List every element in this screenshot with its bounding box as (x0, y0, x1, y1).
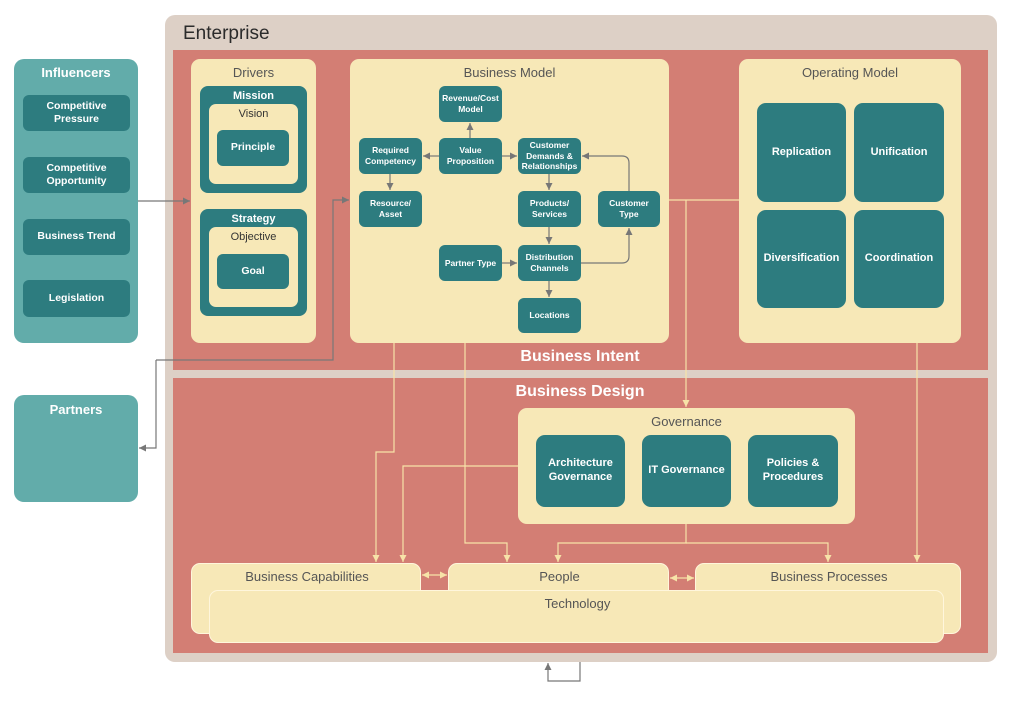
node-partner-type: Partner Type (439, 245, 502, 281)
node-products-services: Products/ Services (518, 191, 581, 227)
node-required-competency: Required Competency (359, 138, 422, 174)
governance-title: Governance (651, 414, 722, 429)
influencer-competitive-pressure: Competitive Pressure (23, 95, 130, 131)
influencers-title: Influencers (41, 65, 111, 80)
partners-panel: Partners (14, 395, 138, 502)
node-distribution-channels: Distribution Channels (518, 245, 581, 281)
principle-node: Principle (217, 130, 289, 166)
business-capabilities-title: Business Capabilities (245, 569, 369, 584)
mission-title: Mission (233, 90, 274, 102)
node-resource-asset: Resource/ Asset (359, 191, 422, 227)
quadrant-unification: Unification (854, 103, 944, 202)
technology-title: Technology (544, 596, 611, 611)
connector-enterprise-loop (544, 662, 581, 682)
quadrant-coordination: Coordination (854, 210, 944, 308)
influencer-competitive-opportunity: Competitive Opportunity (23, 157, 130, 193)
node-revenue-cost-model: Revenue/Cost Model (439, 86, 502, 122)
node-locations: Locations (518, 298, 581, 333)
node-customer-demands-relationships: Customer Demands & Relationships (518, 138, 581, 174)
business-model-title: Business Model (463, 65, 556, 80)
vision-title: Vision (238, 108, 269, 120)
node-value-proposition: Value Proposition (439, 138, 502, 174)
influencer-business-trend: Business Trend (23, 219, 130, 255)
business-intent-label: Business Intent (520, 348, 640, 365)
connector-business-model-to-partners (139, 360, 157, 452)
business-processes-title: Business Processes (770, 569, 888, 584)
business-design-label: Business Design (515, 383, 645, 400)
influencers-panel: Influencers Competitive Pressure Competi… (14, 59, 138, 343)
quadrant-diversification: Diversification (757, 210, 846, 308)
enterprise-title: Enterprise (183, 23, 270, 44)
governance-policies-procedures: Policies & Procedures (748, 435, 838, 507)
node-customer-type: Customer Type (598, 191, 660, 227)
operating-model-title: Operating Model (801, 65, 899, 80)
strategy-title: Strategy (231, 213, 276, 225)
influencer-legislation: Legislation (23, 280, 130, 317)
objective-title: Objective (230, 231, 277, 243)
governance-it: IT Governance (642, 435, 731, 507)
drivers-title: Drivers (232, 65, 275, 80)
quadrant-replication: Replication (757, 103, 846, 202)
goal-node: Goal (217, 254, 289, 289)
people-title: People (539, 569, 580, 584)
technology-panel: Technology (209, 590, 944, 643)
partners-title: Partners (49, 402, 103, 417)
governance-architecture: Architecture Governance (536, 435, 625, 507)
